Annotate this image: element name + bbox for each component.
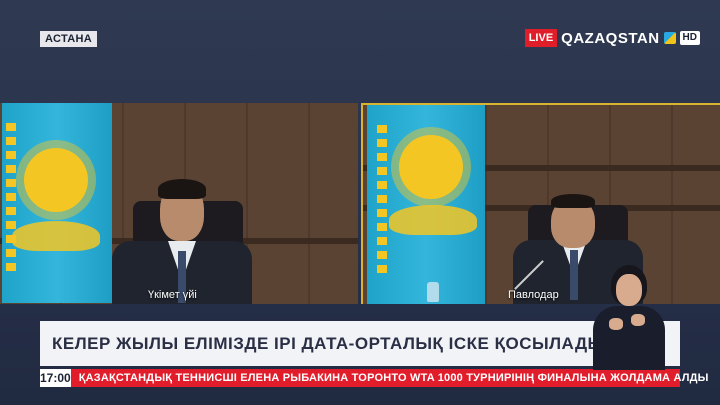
panel-caption-left: Үкімет үйі: [148, 289, 197, 301]
video-panel-left: Үкімет үйі: [0, 103, 358, 304]
interpreter-hand: [631, 314, 645, 326]
flag-sun-icon: [399, 135, 463, 199]
flag-eagle-icon: [389, 205, 477, 235]
ticker-clock: 17:00: [40, 369, 71, 387]
panel-caption-right: Павлодар: [508, 289, 559, 301]
news-ticker: 17:00 ҚАЗАҚСТАНДЫҚ ТЕННИСШІ ЕЛЕНА РЫБАКИ…: [40, 369, 708, 387]
interpreter-body: [593, 306, 665, 370]
interpreter-face: [616, 274, 642, 306]
kazakhstan-flag: [367, 105, 485, 304]
headline-text: КЕЛЕР ЖЫЛЫ ЕЛІМІЗДЕ ІРІ ДАТА-ОРТАЛЫҚ ІСК…: [52, 333, 605, 353]
flag-ornament: [377, 125, 387, 275]
location-tag: АСТАНА: [40, 31, 97, 47]
live-badge: LIVE: [524, 29, 558, 47]
channel-logo-icon: [663, 32, 676, 44]
flag-eagle-icon: [12, 221, 100, 251]
hair: [158, 179, 206, 199]
ticker-text: ҚАЗАҚСТАНДЫҚ ТЕННИСШІ ЕЛЕНА РЫБАКИНА ТОР…: [78, 372, 709, 384]
tie: [570, 250, 578, 300]
interpreter-hand: [609, 318, 623, 330]
headline-bar: КЕЛЕР ЖЫЛЫ ЕЛІМІЗДЕ ІРІ ДАТА-ОРТАЛЫҚ ІСК…: [40, 321, 680, 366]
water-bottle: [427, 282, 439, 302]
sign-language-interpreter: [589, 262, 669, 370]
hd-badge: HD: [679, 31, 700, 45]
kazakhstan-flag: [2, 103, 112, 303]
channel-name: QAZAQSTAN: [561, 29, 660, 47]
channel-brand: LIVE QAZAQSTAN HD: [524, 29, 700, 47]
hair: [551, 194, 595, 208]
flag-ornament: [6, 123, 16, 273]
flag-sun-icon: [24, 148, 88, 212]
